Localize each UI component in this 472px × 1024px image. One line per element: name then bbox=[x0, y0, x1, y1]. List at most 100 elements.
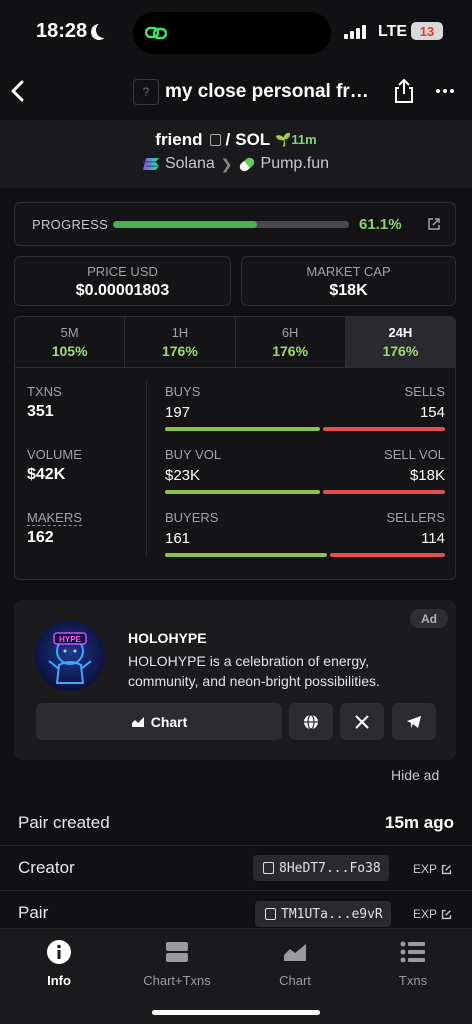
volume-value: $42K bbox=[27, 466, 66, 483]
copy-icon[interactable] bbox=[209, 134, 221, 146]
pair-label: Pair bbox=[18, 903, 49, 922]
timeframe-change: 176% bbox=[382, 343, 419, 359]
sells-bar bbox=[323, 427, 445, 431]
market-cap-value: $18K bbox=[329, 282, 368, 299]
solana-icon bbox=[142, 158, 159, 170]
status-time: 18:28 bbox=[36, 20, 88, 42]
buys-sells-split: BUYS SELLS 197 154 bbox=[165, 384, 445, 431]
progress-bar bbox=[113, 221, 349, 228]
globe-icon bbox=[304, 713, 318, 730]
tab-txns[interactable]: Txns bbox=[354, 940, 472, 988]
chain-name[interactable]: Solana bbox=[165, 155, 215, 173]
tab-chart[interactable]: Chart bbox=[236, 940, 354, 988]
creator-address: 8HeDT7...Fo38 bbox=[279, 860, 381, 876]
row-divider bbox=[0, 845, 472, 846]
more-icon[interactable] bbox=[436, 89, 454, 93]
list-icon bbox=[400, 941, 425, 963]
buyers-sellers-split: BUYERS SELLERS 161 114 bbox=[165, 510, 445, 557]
link-icon bbox=[145, 26, 167, 40]
split-icon bbox=[166, 942, 188, 962]
buy-vol-value: $23K bbox=[165, 467, 201, 484]
tab-chart-txns[interactable]: Chart+Txns bbox=[118, 940, 236, 988]
chart-icon bbox=[284, 944, 306, 961]
pair-explorer-link[interactable]: EXP bbox=[413, 907, 452, 921]
ad-chart-button[interactable]: Chart bbox=[36, 703, 282, 740]
volume-label: VOLUME bbox=[27, 447, 82, 462]
share-icon[interactable] bbox=[393, 78, 415, 104]
external-link-icon[interactable] bbox=[427, 217, 441, 231]
battery-icon: 13 bbox=[411, 22, 443, 40]
sells-label: SELLS bbox=[404, 384, 445, 399]
progress-value: 61.1% bbox=[359, 216, 402, 233]
ad-logo: HYPE bbox=[35, 621, 105, 691]
timeframe-name: 6H bbox=[281, 325, 299, 340]
chart-area-icon bbox=[131, 716, 144, 727]
pair-line: friend / SOL 🌱11m bbox=[0, 130, 472, 150]
timeframe-change: 105% bbox=[51, 343, 88, 359]
tab-label: Info bbox=[47, 973, 71, 988]
ad-telegram-button[interactable] bbox=[392, 703, 436, 740]
makers-value: 162 bbox=[27, 529, 54, 546]
row-divider bbox=[0, 890, 472, 891]
base-symbol: friend bbox=[155, 130, 203, 149]
pair-age: 🌱11m bbox=[275, 132, 317, 148]
creator-address-button[interactable]: 8HeDT7...Fo38 bbox=[253, 855, 389, 881]
sell-vol-bar bbox=[323, 490, 445, 494]
telegram-icon bbox=[407, 715, 421, 728]
back-icon[interactable] bbox=[8, 78, 28, 104]
tab-label: Chart bbox=[279, 973, 311, 988]
copy-icon bbox=[263, 862, 274, 874]
sellers-bar bbox=[330, 553, 445, 557]
txns-value: 351 bbox=[27, 403, 54, 420]
pair-address: TM1UTa...e9vR bbox=[281, 906, 383, 922]
timeframe-name: 5M bbox=[60, 325, 79, 340]
sells-value: 154 bbox=[419, 404, 445, 421]
timeframe-tabs: 5M 105% 1H 176% 6H 176% 24H 176% bbox=[15, 317, 455, 368]
exp-label: EXP bbox=[413, 862, 438, 876]
makers-label[interactable]: MAKERS bbox=[27, 510, 82, 526]
sell-vol-label: SELL VOL bbox=[384, 447, 445, 462]
pill-icon bbox=[237, 155, 256, 173]
quote-symbol: SOL bbox=[235, 130, 271, 149]
dex-name[interactable]: Pump.fun bbox=[261, 155, 329, 173]
ad-website-button[interactable] bbox=[289, 703, 333, 740]
signal-icon bbox=[344, 25, 366, 39]
timeframe-change: 176% bbox=[272, 343, 309, 359]
tab-info[interactable]: Info bbox=[0, 940, 118, 988]
buyers-label: BUYERS bbox=[165, 510, 219, 525]
external-link-icon bbox=[441, 864, 452, 874]
info-icon bbox=[47, 940, 71, 964]
market-cap-card: MARKET CAP $18K bbox=[241, 256, 456, 306]
moon-icon bbox=[96, 22, 112, 38]
tab-5m[interactable]: 5M 105% bbox=[15, 317, 126, 367]
creator-explorer-link[interactable]: EXP bbox=[413, 862, 452, 876]
buy-vol-bar bbox=[165, 490, 321, 494]
tab-6h[interactable]: 6H 176% bbox=[236, 317, 346, 367]
ad-x-button[interactable] bbox=[340, 703, 384, 740]
tab-24h[interactable]: 24H 176% bbox=[345, 317, 455, 367]
progress-label: PROGRESS bbox=[32, 217, 109, 232]
battery-level: 13 bbox=[419, 23, 435, 39]
buyers-value: 161 bbox=[165, 530, 191, 547]
timeframe-name: 1H bbox=[171, 325, 189, 340]
hide-ad-link[interactable]: Hide ad bbox=[391, 767, 439, 783]
timeframe-change: 176% bbox=[161, 343, 198, 359]
tab-1h[interactable]: 1H 176% bbox=[125, 317, 236, 367]
ad-logo-text: HYPE bbox=[59, 635, 81, 644]
exp-label: EXP bbox=[413, 907, 438, 921]
buyers-bar bbox=[165, 553, 328, 557]
sellers-label: SELLERS bbox=[386, 510, 445, 525]
price-value: $0.00001803 bbox=[75, 282, 170, 299]
txns-stat: TXNS 351 bbox=[27, 384, 62, 421]
chain-line: Solana ❯ Pump.fun bbox=[0, 155, 472, 173]
txns-label: TXNS bbox=[27, 384, 62, 399]
ad-description: HOLOHYPE is a celebration of energy, com… bbox=[128, 653, 380, 689]
holohype-logo-art: HYPE bbox=[48, 632, 92, 684]
makers-stat: MAKERS 162 bbox=[27, 510, 82, 547]
network-type: LTE bbox=[378, 23, 408, 40]
ad-title: HOLOHYPE bbox=[128, 630, 207, 646]
buys-label: BUYS bbox=[165, 384, 201, 399]
pair-created-value: 15m ago bbox=[385, 813, 454, 832]
pair-address-button[interactable]: TM1UTa...e9vR bbox=[255, 901, 391, 927]
page-title: my close personal friend bbox=[165, 81, 370, 102]
